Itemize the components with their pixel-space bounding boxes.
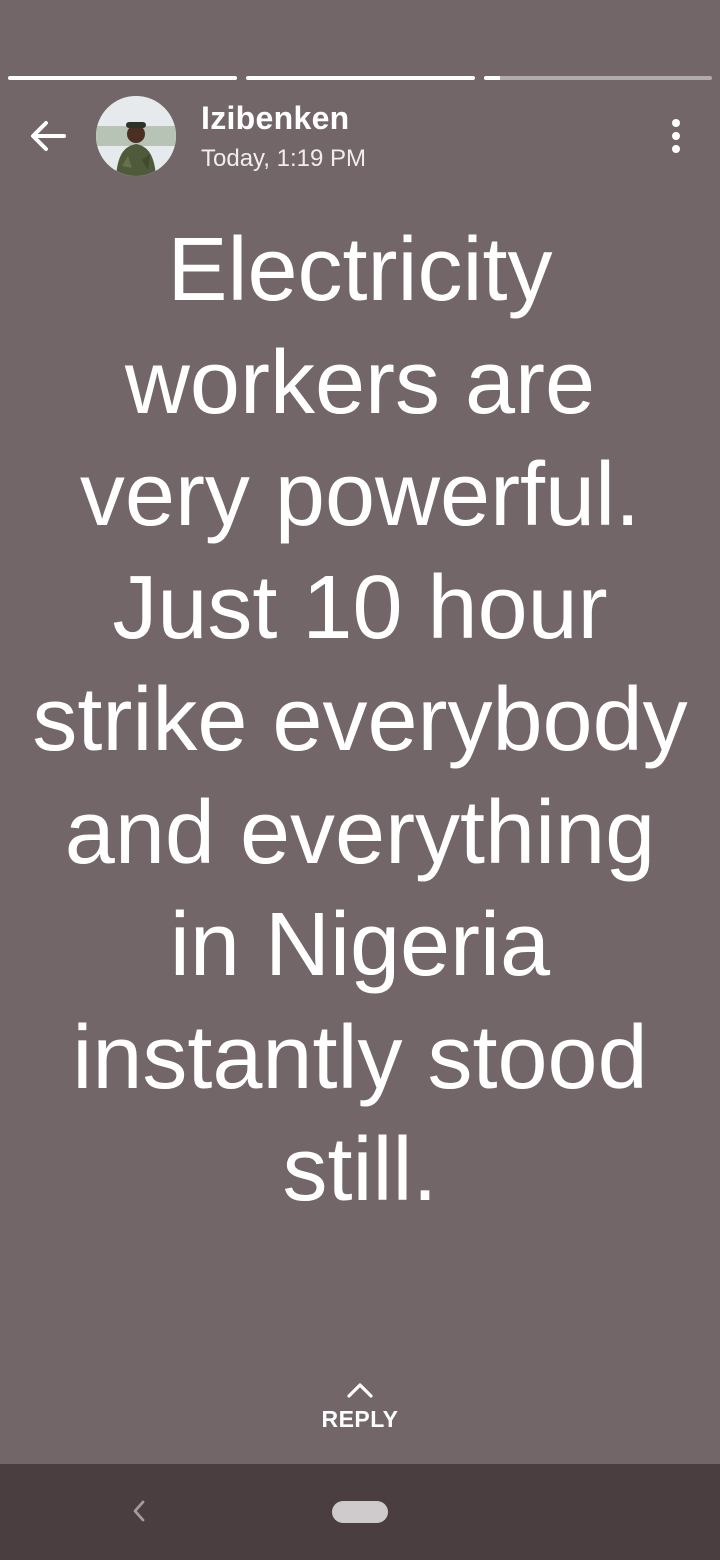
reply-label: REPLY [321,1406,399,1432]
progress-segment [8,76,237,80]
progress-segment [246,76,475,80]
arrow-left-icon [31,121,66,151]
status-text: Electricity workers are very powerful. J… [32,220,688,1220]
more-options-button[interactable] [656,110,696,162]
reply-button[interactable]: REPLY [300,1376,420,1446]
avatar-image [96,96,176,176]
home-pill-icon[interactable] [332,1501,388,1523]
system-back-button[interactable] [122,1494,156,1528]
progress-segment [484,76,712,80]
back-button[interactable] [18,106,78,166]
more-vertical-icon [672,119,680,153]
status-timestamp: Today, 1:19 PM [201,145,366,172]
story-progress [8,76,712,80]
system-navigation-bar [0,1464,720,1560]
status-viewer: Izibenken Today, 1:19 PM Electricity wor… [0,0,720,1464]
chevron-up-icon [347,1383,373,1398]
avatar[interactable] [96,96,176,176]
contact-name[interactable]: Izibenken [201,100,350,137]
nav-back-chevron-icon [133,1500,145,1522]
